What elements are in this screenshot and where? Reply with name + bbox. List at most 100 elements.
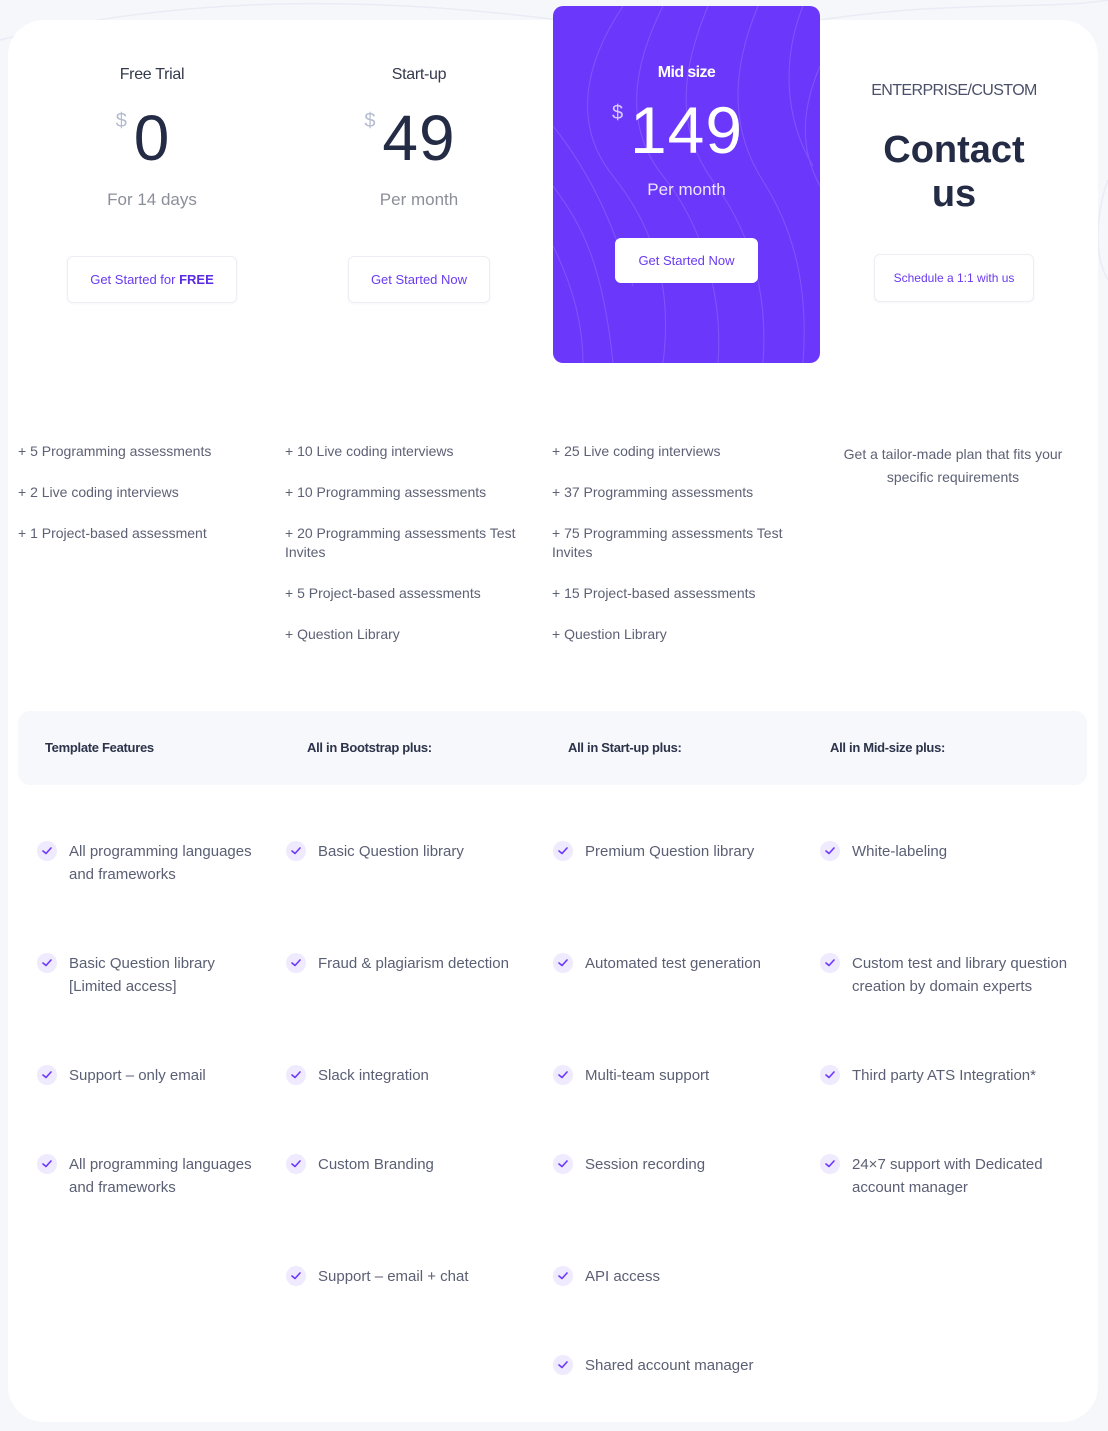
check-icon — [37, 953, 57, 973]
check-icon — [37, 1154, 57, 1174]
currency-symbol: $ — [364, 110, 376, 132]
check-icon — [820, 1154, 840, 1174]
list-item: + 10 Live coding interviews — [285, 443, 454, 459]
contact-us-heading: Contact us — [883, 129, 1025, 215]
plan-name: Free Trial — [119, 66, 185, 83]
check-icon — [286, 841, 306, 861]
feature-item: Slack integration — [286, 1064, 528, 1087]
check-icon — [553, 953, 573, 973]
feature-item: Support – only email — [37, 1064, 269, 1087]
feature-item: Premium Question library — [553, 840, 795, 863]
feature-label: Automated test generation — [585, 955, 761, 972]
check-icon — [553, 1355, 573, 1375]
feature-label: Custom test and library question creatio… — [852, 955, 1068, 995]
currency-symbol: $ — [115, 110, 127, 132]
plan-period: Per month — [379, 190, 459, 209]
plan-includes-startup: + 10 Live coding interviews + 10 Program… — [285, 442, 535, 666]
check-icon — [553, 1266, 573, 1286]
plan-startup: Start-up $ 49 Per month Get Started Now — [285, 66, 553, 303]
enterprise-description: Get a tailor-made plan that fits your sp… — [843, 446, 1063, 485]
feature-item: Custom test and library question creatio… — [820, 952, 1092, 998]
feature-item: Shared account manager — [553, 1354, 795, 1377]
plan-enterprise: ENTERPRISE/CUSTOM Contact us Schedule a … — [820, 82, 1088, 302]
feature-item: All programming languages and frameworks — [37, 1153, 269, 1199]
plan-price: 0 — [133, 102, 171, 174]
feature-label: All programming languages and frameworks — [69, 1156, 252, 1196]
plan-period: Per month — [647, 180, 726, 199]
schedule-call-button[interactable]: Schedule a 1:1 with us — [873, 254, 1035, 302]
feature-item: API access — [553, 1265, 795, 1288]
feature-item: 24×7 support with Dedicated account mana… — [820, 1153, 1092, 1199]
feature-item: Fraud & plagiarism detection — [286, 952, 528, 975]
feature-label: Session recording — [585, 1156, 706, 1173]
feature-item: All programming languages and frameworks — [37, 840, 269, 886]
feature-label: Basic Question library [Limited access] — [69, 955, 215, 995]
plan-free-trial: Free Trial $ 0 For 14 days Get Started f… — [18, 66, 286, 303]
list-item: + 20 Programming assessments Test Invite… — [285, 525, 516, 560]
get-started-startup-button[interactable]: Get Started Now — [347, 256, 491, 303]
plan-name: Mid size — [657, 64, 716, 81]
list-item: + 10 Programming assessments — [285, 484, 487, 500]
check-icon — [820, 953, 840, 973]
feature-label: All programming languages and frameworks — [69, 843, 252, 883]
check-icon — [286, 1154, 306, 1174]
plan-includes-midsize: + 25 Live coding interviews + 37 Program… — [552, 442, 802, 666]
plan-name: ENTERPRISE/CUSTOM — [871, 82, 1037, 99]
feature-item: Support – email + chat — [286, 1265, 528, 1288]
check-icon — [820, 1065, 840, 1085]
list-item: + 2 Live coding interviews — [18, 484, 179, 500]
features-header-col: All in Start-up plus: — [568, 740, 682, 755]
plan-price: 49 — [382, 102, 456, 174]
plan-includes-free: + 5 Programming assessments + 2 Live cod… — [18, 442, 273, 565]
list-item: + 5 Project-based assessments — [285, 585, 481, 601]
feature-item: Basic Question library [Limited access] — [37, 952, 269, 998]
feature-label: API access — [585, 1268, 661, 1285]
get-started-free-button[interactable]: Get Started for FREE — [67, 256, 237, 303]
check-icon — [37, 841, 57, 861]
feature-item: Third party ATS Integration* — [820, 1064, 1092, 1087]
features-header: Template Features All in Bootstrap plus:… — [18, 711, 1087, 785]
currency-symbol: $ — [611, 102, 624, 124]
feature-label: Support – only email — [69, 1067, 206, 1084]
feature-label: Third party ATS Integration* — [852, 1067, 1036, 1084]
feature-item: Automated test generation — [553, 952, 795, 975]
list-item: + Question Library — [285, 626, 400, 642]
features-header-col: All in Bootstrap plus: — [307, 740, 432, 755]
check-icon — [553, 1154, 573, 1174]
get-started-midsize-button[interactable]: Get Started Now — [615, 238, 758, 283]
list-item: + 15 Project-based assessments — [552, 585, 756, 601]
feature-label: White-labeling — [852, 843, 948, 860]
plan-price: 149 — [629, 93, 744, 167]
plan-period: For 14 days — [107, 190, 197, 209]
list-item: + 37 Programming assessments — [552, 484, 754, 500]
check-icon — [286, 953, 306, 973]
check-icon — [37, 1065, 57, 1085]
feature-item: Multi-team support — [553, 1064, 795, 1087]
list-item: + 25 Live coding interviews — [552, 443, 721, 459]
feature-label: Basic Question library — [318, 843, 464, 860]
list-item: + 5 Programming assessments — [18, 443, 212, 459]
list-item: + Question Library — [552, 626, 667, 642]
feature-label: Slack integration — [318, 1067, 429, 1084]
feature-label: 24×7 support with Dedicated account mana… — [852, 1156, 1043, 1196]
list-item: + 1 Project-based assessment — [18, 525, 207, 541]
check-icon — [286, 1065, 306, 1085]
list-item: + 75 Programming assessments Test Invite… — [552, 525, 783, 560]
feature-item: White-labeling — [820, 840, 1092, 863]
feature-label: Support – email + chat — [318, 1268, 469, 1285]
plan-mid-size: Mid size $ 149 Per month Get Started Now — [553, 6, 820, 363]
feature-label: Custom Branding — [318, 1156, 434, 1173]
check-icon — [286, 1266, 306, 1286]
check-icon — [820, 841, 840, 861]
feature-item: Custom Branding — [286, 1153, 528, 1176]
check-icon — [553, 841, 573, 861]
feature-label: Premium Question library — [585, 843, 755, 860]
features-header-col: Template Features — [45, 740, 154, 755]
feature-label: Shared account manager — [585, 1357, 754, 1374]
feature-item: Basic Question library — [286, 840, 528, 863]
feature-label: Multi-team support — [585, 1067, 710, 1084]
feature-label: Fraud & plagiarism detection — [318, 955, 509, 972]
check-icon — [553, 1065, 573, 1085]
plan-name: Start-up — [391, 66, 447, 83]
features-header-col: All in Mid-size plus: — [830, 740, 946, 755]
